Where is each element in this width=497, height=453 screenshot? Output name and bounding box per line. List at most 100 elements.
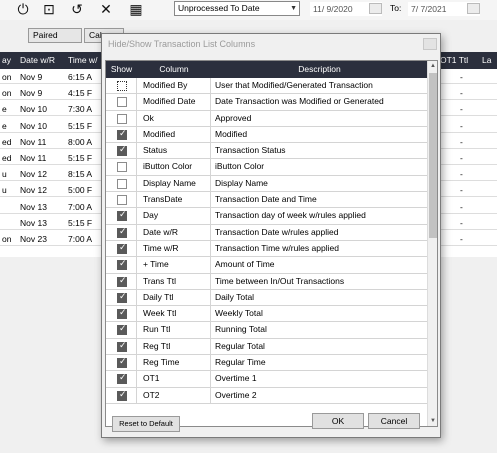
show-checkbox[interactable]	[117, 210, 127, 222]
close-icon[interactable]: ✕	[97, 0, 115, 18]
header-show: Show	[110, 64, 133, 74]
list-item[interactable]: Trans Ttl Time between In/Out Transaction…	[106, 273, 428, 290]
show-checkbox[interactable]	[117, 227, 127, 238]
column-name: Day	[137, 208, 211, 224]
list-item[interactable]: + Time Amount of Time	[106, 257, 428, 274]
list-item[interactable]: Modified Date Date Transaction was Modifi…	[106, 94, 428, 111]
column-name: Date w/R	[137, 224, 211, 240]
show-checkbox[interactable]	[117, 324, 127, 336]
list-item[interactable]: Status Transaction Status	[106, 143, 428, 160]
show-checkbox[interactable]	[117, 276, 127, 287]
list-item[interactable]: Daily Ttl Daily Total	[106, 289, 428, 307]
list-item[interactable]: Run Ttl Running Total	[106, 322, 428, 339]
header-time[interactable]: Time w/	[68, 55, 97, 65]
show-cell	[106, 94, 137, 110]
show-checkbox[interactable]	[117, 162, 127, 173]
calculator-icon[interactable]: ▦	[127, 0, 145, 18]
header-last[interactable]: La	[482, 55, 491, 65]
to-label: To:	[390, 3, 402, 13]
column-description: Regular Time	[215, 357, 266, 368]
list-item[interactable]: Week Ttl Weekly Total	[106, 306, 428, 323]
cell-ot1: -	[460, 120, 463, 131]
column-description: Running Total	[215, 324, 267, 335]
show-checkbox[interactable]	[117, 357, 127, 369]
scroll-up-icon[interactable]: ▲	[429, 61, 437, 71]
show-cell	[106, 289, 137, 306]
filter-select[interactable]: Unprocessed To Date ▼	[174, 1, 300, 16]
column-description: Overtime 1	[215, 373, 257, 384]
list-item[interactable]: Modified Modified	[106, 126, 428, 144]
show-cell	[106, 159, 137, 175]
cell-date: Nov 12	[20, 169, 47, 180]
list-item[interactable]: OT1 Overtime 1	[106, 371, 428, 388]
list-item[interactable]: Reg Ttl Regular Total	[106, 338, 428, 356]
power-icon[interactable]: ⏻	[14, 0, 32, 18]
show-cell	[106, 387, 137, 403]
column-description: Transaction Date and Time	[215, 194, 317, 205]
column-name: OT1	[137, 371, 211, 387]
header-date[interactable]: Date w/R	[20, 55, 55, 65]
column-name: Status	[137, 143, 211, 159]
scroll-down-icon[interactable]: ▼	[429, 416, 437, 426]
cancel-button[interactable]: Cancel	[368, 413, 420, 429]
list-item[interactable]: Reg Time Regular Time	[106, 355, 428, 372]
column-name: Modified By	[137, 78, 211, 94]
column-name: Modified	[137, 126, 211, 143]
ok-button[interactable]: OK	[312, 413, 364, 429]
cell-date: Nov 11	[20, 136, 47, 147]
column-description: Time between In/Out Transactions	[215, 275, 345, 286]
list-item[interactable]: Modified By User that Modified/Generated …	[106, 78, 428, 95]
show-checkbox[interactable]	[117, 259, 127, 271]
cell-day: ed	[2, 136, 12, 147]
show-checkbox[interactable]	[117, 292, 127, 303]
show-checkbox[interactable]	[117, 341, 127, 352]
list-item[interactable]: Time w/R Transaction Time w/rules applied	[106, 240, 428, 258]
show-cell	[106, 371, 137, 387]
vertical-scrollbar[interactable]: ▲ ▼	[427, 61, 437, 426]
cell-day: ed	[2, 153, 12, 163]
list-item[interactable]: iButton Color iButton Color	[106, 159, 428, 176]
show-checkbox[interactable]	[117, 308, 127, 320]
show-checkbox[interactable]	[117, 145, 127, 157]
header-day[interactable]: ay	[2, 55, 11, 65]
cell-time: 7:00 A	[68, 234, 93, 244]
column-name: Run Ttl	[137, 322, 211, 338]
scroll-thumb[interactable]	[429, 73, 437, 238]
show-checkbox[interactable]	[117, 390, 127, 401]
show-checkbox[interactable]	[117, 129, 127, 140]
show-cell	[106, 110, 137, 126]
reset-to-default-button[interactable]: Reset to Default	[112, 416, 180, 432]
list-item[interactable]: Display Name Display Name	[106, 175, 428, 193]
show-checkbox[interactable]	[117, 81, 127, 91]
cell-time: 5:15 F	[68, 217, 93, 228]
list-item[interactable]: TransDate Transaction Date and Time	[106, 192, 428, 209]
calendar-icon[interactable]	[369, 3, 382, 14]
column-description: Transaction Time w/rules applied	[215, 242, 339, 253]
column-description: Display Name	[215, 177, 268, 188]
new-item-icon[interactable]: ⊡	[40, 0, 58, 18]
tab-paired[interactable]: Paired	[28, 28, 82, 43]
column-description: Transaction Status	[215, 145, 286, 156]
show-checkbox[interactable]	[117, 373, 127, 385]
dialog-close-button[interactable]	[423, 38, 437, 50]
cell-time: 4:15 F	[68, 88, 93, 99]
show-checkbox[interactable]	[117, 97, 127, 108]
columns-grid: Show Column Description Modified By User …	[105, 60, 438, 427]
list-item[interactable]: OT2 Overtime 2	[106, 387, 428, 404]
from-date-field[interactable]: 11/ 9/2020	[310, 2, 382, 16]
cell-ot1: -	[460, 153, 463, 163]
list-item[interactable]: Date w/R Transaction Date w/rules applied	[106, 224, 428, 241]
show-cell	[106, 273, 137, 289]
calendar-icon[interactable]	[467, 3, 480, 14]
show-checkbox[interactable]	[117, 243, 127, 254]
show-checkbox[interactable]	[117, 113, 127, 124]
show-checkbox[interactable]	[117, 178, 127, 189]
column-name: Time w/R	[137, 240, 211, 257]
to-date-field[interactable]: 7/ 7/2021	[408, 2, 480, 16]
show-checkbox[interactable]	[117, 195, 127, 206]
edit-icon[interactable]: ↺	[68, 0, 86, 18]
list-item[interactable]: Day Transaction day of week w/rules appli…	[106, 208, 428, 225]
header-ot1[interactable]: OT1 Ttl	[440, 55, 468, 65]
cell-ot1: -	[460, 104, 463, 115]
list-item[interactable]: Ok Approved	[106, 110, 428, 127]
